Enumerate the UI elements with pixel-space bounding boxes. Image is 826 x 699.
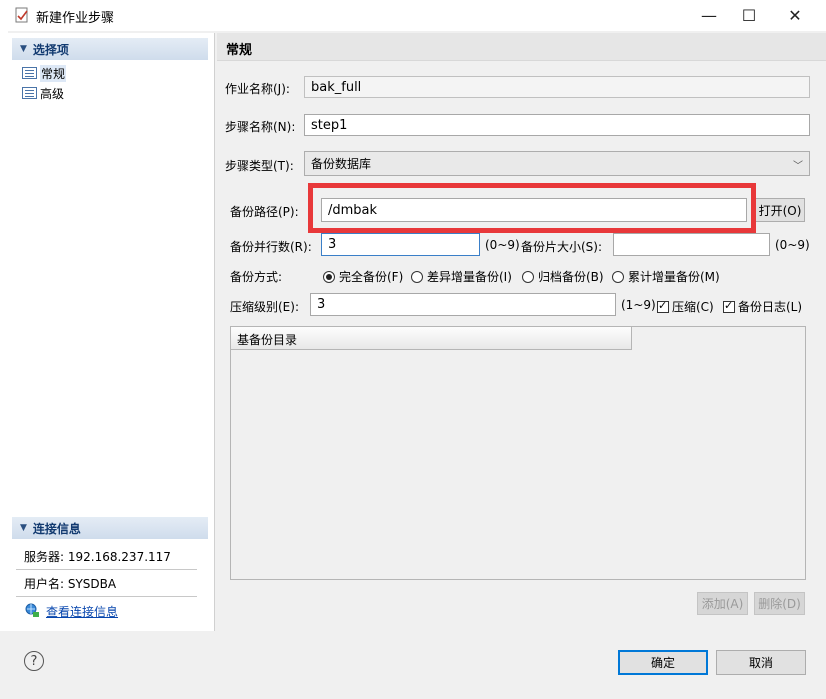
radio-indicator: [522, 270, 534, 283]
checkbox-indicator: [657, 299, 669, 313]
open-button[interactable]: 打开(O): [755, 198, 805, 222]
radio-cumulative[interactable]: 累计增量备份(M): [612, 268, 720, 285]
help-icon[interactable]: ?: [24, 651, 44, 671]
radio-indicator: [411, 270, 423, 283]
tree-item-label: 高级: [40, 86, 65, 101]
window-title: 新建作业步骤: [36, 11, 115, 26]
close-button[interactable]: ✕: [772, 0, 818, 31]
compress-range: (1~9): [621, 298, 656, 312]
column-header[interactable]: 基备份目录: [231, 327, 632, 350]
step-type-value: 备份数据库: [311, 157, 372, 171]
options-section: ▼ 选择项 常规 高级: [12, 38, 208, 103]
piece-size-label: 备份片大小(S):: [521, 240, 603, 254]
view-connection-link[interactable]: 查看连接信息: [46, 603, 118, 620]
connection-header[interactable]: ▼ 连接信息: [12, 517, 208, 539]
tree-item-general[interactable]: 常规: [22, 63, 208, 83]
maximize-button[interactable]: ☐: [726, 0, 772, 31]
checkbox-indicator: [723, 299, 735, 313]
server-info: 服务器: 192.168.237.117: [24, 550, 171, 564]
job-name-label: 作业名称(J):: [225, 82, 290, 96]
radio-indicator: [612, 270, 624, 283]
collapse-triangle-icon: ▼: [20, 44, 27, 54]
radio-label: 归档备份(B): [538, 270, 604, 284]
step-name-field[interactable]: step1: [304, 114, 810, 136]
step-type-select[interactable]: 备份数据库 ﹀: [304, 151, 810, 176]
connection-info-icon: [25, 603, 39, 617]
background-window-edge: [0, 0, 8, 699]
highlight-box: [308, 183, 756, 233]
compress-field[interactable]: 3: [310, 293, 616, 316]
divider: [16, 596, 197, 597]
radio-label: 完全备份(F): [339, 270, 404, 284]
tree-item-advanced[interactable]: 高级: [22, 83, 208, 103]
parallel-field[interactable]: 3: [321, 233, 480, 256]
piece-size-field[interactable]: [613, 233, 770, 256]
dropdown-arrow-icon: ﹀: [793, 161, 803, 172]
left-pane: ▼ 选择项 常规 高级 ▼ 连接信息: [8, 33, 215, 631]
mode-label: 备份方式:: [230, 270, 283, 284]
cancel-button[interactable]: 取消: [716, 650, 806, 675]
radio-label: 差异增量备份(I): [427, 270, 512, 284]
options-header[interactable]: ▼ 选择项: [12, 38, 208, 60]
tree-item-label: 常规: [40, 64, 67, 82]
options-header-label: 选择项: [32, 42, 69, 57]
backup-path-label: 备份路径(P):: [230, 205, 299, 219]
parallel-range: (0~9): [485, 238, 520, 252]
connection-header-label: 连接信息: [32, 521, 81, 536]
compress-label: 压缩级别(E):: [230, 300, 299, 314]
job-name-field[interactable]: bak_full: [304, 76, 810, 98]
ok-button[interactable]: 确定: [618, 650, 708, 675]
app-icon: [15, 7, 28, 23]
delete-button[interactable]: 删除(D): [754, 592, 805, 615]
radio-differential[interactable]: 差异增量备份(I): [411, 268, 512, 285]
connection-section: ▼ 连接信息: [12, 517, 208, 539]
checkbox-label: 备份日志(L): [738, 300, 803, 314]
radio-label: 累计增量备份(M): [628, 270, 720, 284]
step-name-label: 步骤名称(N):: [225, 120, 296, 134]
step-type-label: 步骤类型(T):: [225, 159, 294, 173]
checkbox-label: 压缩(C): [672, 300, 714, 314]
radio-full[interactable]: 完全备份(F): [323, 268, 403, 285]
backup-log-checkbox[interactable]: 备份日志(L): [723, 298, 802, 315]
piece-size-range: (0~9): [775, 238, 810, 252]
compress-checkbox[interactable]: 压缩(C): [657, 298, 714, 315]
radio-archive[interactable]: 归档备份(B): [522, 268, 604, 285]
page-icon: [22, 87, 37, 99]
radio-indicator: [323, 270, 335, 283]
user-info: 用户名: SYSDBA: [24, 577, 117, 591]
base-backup-table[interactable]: [230, 326, 806, 580]
page-icon: [22, 67, 37, 79]
add-button[interactable]: 添加(A): [697, 592, 748, 615]
section-title: 常规: [217, 33, 826, 61]
parallel-label: 备份并行数(R):: [230, 240, 312, 254]
collapse-triangle-icon: ▼: [20, 523, 27, 533]
divider: [16, 569, 197, 570]
